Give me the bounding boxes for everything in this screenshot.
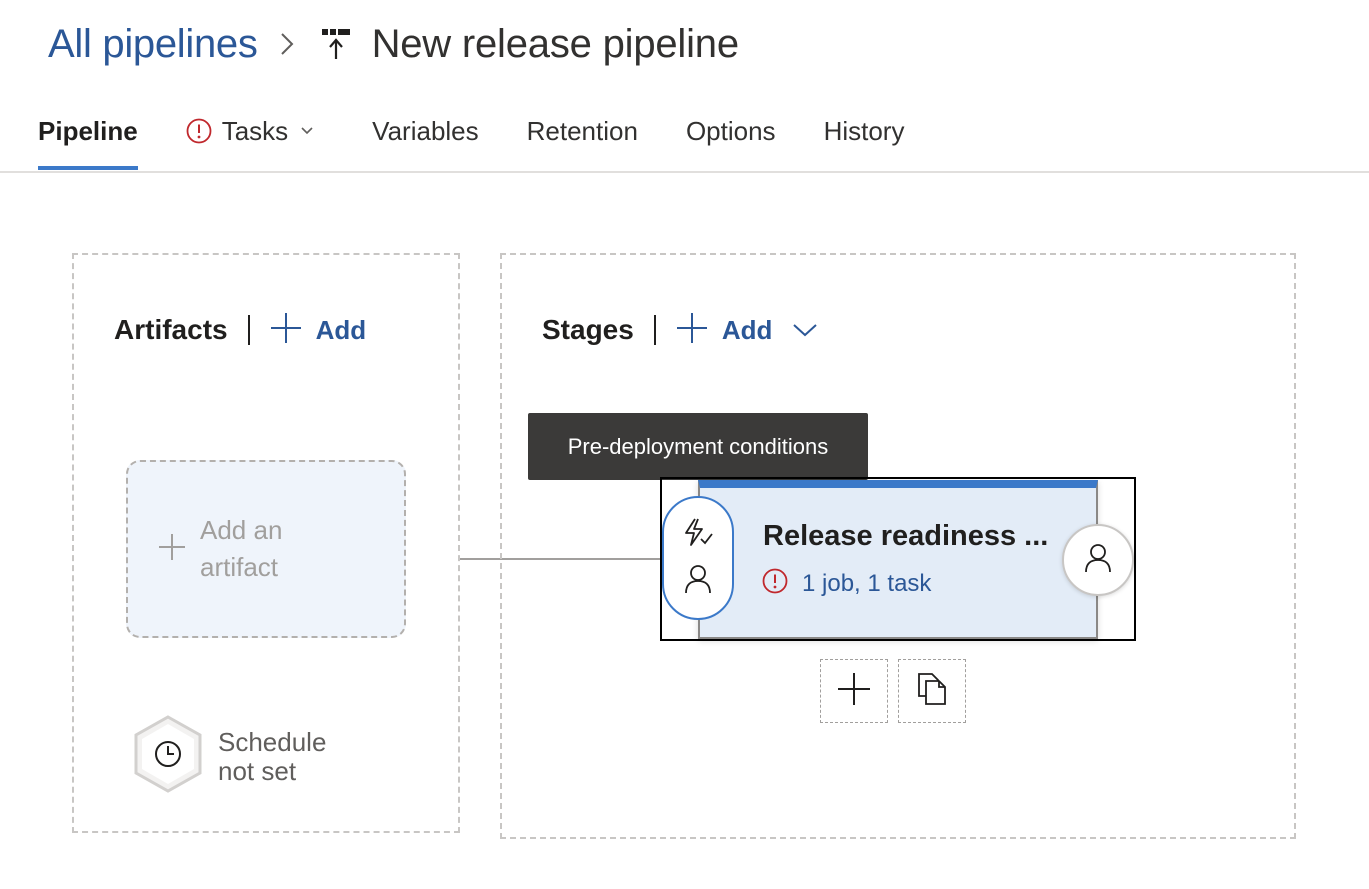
header-divider [653,315,656,345]
pre-deployment-conditions-button[interactable] [662,496,734,620]
clone-stage-button[interactable] [898,659,966,723]
tab-options[interactable]: Options [686,108,776,170]
tab-label: Retention [526,116,638,146]
tab-label: Tasks [221,116,289,146]
tab-history[interactable]: History [824,108,905,170]
artifacts-header: Artifacts Add [114,310,366,350]
tab-label: History [823,116,905,146]
release-pipeline-icon [321,27,350,61]
tab-label: Options [685,116,776,146]
add-artifact-button[interactable]: Add [270,312,367,349]
add-artifact-label: Add an artifact [200,515,283,582]
chevron-right-icon [280,32,294,56]
stages-title: Stages [542,314,634,345]
plus-icon [837,672,871,711]
tabs-divider [0,171,1369,173]
clock-icon [132,714,204,799]
tab-tasks[interactable]: Tasks [186,108,314,170]
error-circle-icon [186,116,212,146]
add-stage-after-button[interactable] [820,659,888,723]
add-label: Add [721,314,773,345]
page-title: New release pipeline [371,21,740,66]
chevron-down-icon [300,116,314,146]
plus-icon [158,533,186,566]
add-stage-button[interactable]: Add [676,312,819,349]
post-deployment-conditions-button[interactable] [1062,524,1134,596]
artifacts-title: Artifacts [114,314,228,345]
stage-status-label: 1 job, 1 task [802,569,932,597]
tab-variables[interactable]: Variables [372,108,478,170]
tab-label: Variables [372,116,479,146]
breadcrumb: All pipelines New release pipeline [48,16,739,72]
plus-icon [676,312,708,349]
stage-card[interactable] [698,480,1098,639]
header-divider [247,315,250,345]
plus-icon [270,312,302,349]
stage-tasks-link[interactable]: 1 job, 1 task [762,568,931,599]
lightning-icon [682,517,714,552]
tab-label: Pipeline [38,116,138,146]
schedule-label: Schedule not set [218,726,327,786]
pre-deployment-tooltip: Pre-deployment conditions [528,413,868,480]
person-icon [684,564,712,599]
all-pipelines-link[interactable]: All pipelines [48,22,258,67]
copy-icon [916,672,948,711]
stage-name[interactable]: Release readiness ... [763,520,1048,553]
stages-header: Stages Add [542,310,818,350]
person-icon [1084,543,1112,578]
chevron-down-icon[interactable] [792,322,818,338]
pipeline-tabs: Pipeline Tasks Variables Retention Optio… [38,108,952,172]
add-label: Add [315,314,367,345]
schedule-trigger[interactable]: Schedule not set [132,714,348,799]
error-circle-icon [762,568,788,599]
tab-retention[interactable]: Retention [527,108,638,170]
tab-pipeline[interactable]: Pipeline [38,108,138,170]
add-an-artifact-tile[interactable]: Add an artifact [126,460,406,638]
